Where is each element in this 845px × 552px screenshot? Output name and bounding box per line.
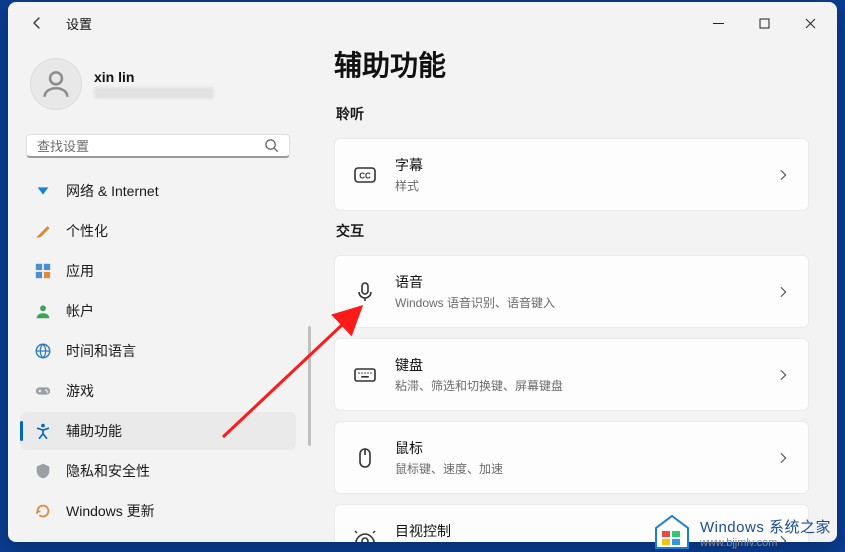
accessibility-icon [34,422,52,440]
close-icon [805,18,816,29]
card-title: 语音 [395,272,758,292]
sidebar-item-label: 帐户 [66,301,94,321]
update-icon [34,502,52,520]
watermark-url: www.bjjmlv.com [700,537,777,549]
profile-email-blurred [94,87,214,99]
search-icon [264,138,279,153]
network-icon [34,182,52,200]
svg-text:CC: CC [359,171,371,180]
sidebar-item-windows-update[interactable]: Windows 更新 [20,492,296,530]
sidebar-item-label: Windows 更新 [66,501,155,521]
chevron-right-icon [776,368,790,382]
profile-name: xin lin [94,69,214,85]
card-title: 鼠标 [395,438,758,458]
profile-text: xin lin [94,69,214,99]
sidebar-item-privacy[interactable]: 隐私和安全性 [20,452,296,490]
card-subtitle: 粘滞、筛选和切换键、屏幕键盘 [395,377,758,394]
card-title: 键盘 [395,355,758,375]
sidebar-item-label: 辅助功能 [66,421,122,441]
section-hearing: 聆听 [336,104,809,124]
close-button[interactable] [787,7,833,39]
card-subtitle: 样式 [395,177,758,194]
sidebar-item-gaming[interactable]: 游戏 [20,372,296,410]
sidebar-item-label: 时间和语言 [66,341,136,361]
sidebar-item-accessibility[interactable]: 辅助功能 [20,412,296,450]
minimize-icon [713,18,724,29]
search-placeholder: 查找设置 [37,136,264,155]
main-content: 辅助功能 聆听 CC 字幕 样式 交互 语音 Windows 语音识别、语音键入 [308,44,837,542]
settings-window: 设置 xin lin [8,2,837,542]
app-title: 设置 [66,14,92,33]
avatar [30,58,82,110]
arrow-left-icon [29,15,45,31]
sidebar: xin lin 查找设置 网络 & Internet 个性化 [8,44,308,542]
account-icon [34,302,52,320]
window-controls [695,7,833,39]
gamepad-icon [34,382,52,400]
sidebar-item-time-language[interactable]: 时间和语言 [20,332,296,370]
globe-icon [34,342,52,360]
keyboard-icon [353,363,377,387]
chevron-right-icon [776,168,790,182]
person-icon [39,67,73,101]
card-speech[interactable]: 语音 Windows 语音识别、语音键入 [334,255,809,328]
nav-list: 网络 & Internet 个性化 应用 帐户 时间和语言 [20,172,296,530]
sidebar-item-accounts[interactable]: 帐户 [20,292,296,330]
eye-icon [353,529,377,543]
sidebar-item-label: 应用 [66,261,94,281]
chevron-right-icon [776,285,790,299]
apps-icon [34,262,52,280]
section-interaction: 交互 [336,221,809,241]
card-mouse[interactable]: 鼠标 鼠标键、速度、加速 [334,421,809,494]
watermark-logo-icon [652,514,692,550]
search-input[interactable]: 查找设置 [26,134,290,158]
card-title: 字幕 [395,155,758,175]
sidebar-item-personalization[interactable]: 个性化 [20,212,296,250]
sidebar-item-label: 个性化 [66,221,108,241]
profile[interactable]: xin lin [20,44,296,128]
watermark-text: Windows 系统之家 [700,516,831,537]
watermark: Windows 系统之家 www.bjjmlv.com [652,514,831,550]
mouse-icon [353,446,377,470]
shield-icon [34,462,52,480]
maximize-button[interactable] [741,7,787,39]
maximize-icon [759,18,770,29]
sidebar-item-label: 隐私和安全性 [66,461,150,481]
card-keyboard[interactable]: 键盘 粘滞、筛选和切换键、屏幕键盘 [334,338,809,411]
brush-icon [34,222,52,240]
scroll-indicator[interactable] [308,326,311,446]
sidebar-item-label: 网络 & Internet [66,181,159,201]
sidebar-item-network[interactable]: 网络 & Internet [20,172,296,210]
minimize-button[interactable] [695,7,741,39]
sidebar-item-apps[interactable]: 应用 [20,252,296,290]
microphone-icon [353,280,377,304]
chevron-right-icon [776,451,790,465]
titlebar: 设置 [8,2,837,44]
back-button[interactable] [22,8,52,38]
sidebar-item-label: 游戏 [66,381,94,401]
card-subtitle: 鼠标键、速度、加速 [395,460,758,477]
card-subtitle: Windows 语音识别、语音键入 [395,294,758,311]
captions-icon: CC [353,163,377,187]
page-title: 辅助功能 [334,44,809,84]
card-captions[interactable]: CC 字幕 样式 [334,138,809,211]
